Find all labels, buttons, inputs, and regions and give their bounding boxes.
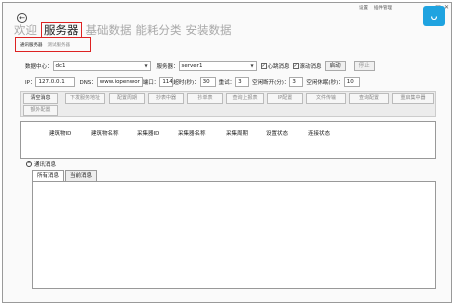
title-bar: 设置 插件管理 — □ ✕ [3, 3, 451, 13]
nav-energy-category[interactable]: 能耗分类 [136, 23, 182, 37]
heartbeat-checkbox[interactable]: ✓ 心跳消息 [260, 62, 290, 70]
start-button[interactable]: 启动 [324, 61, 346, 71]
column-header[interactable]: 连接状态 [308, 129, 330, 137]
dns-input[interactable]: www.iopenwor [96, 77, 143, 87]
server-select[interactable]: server1 ▼ [178, 61, 257, 71]
checkbox-check-icon: ✓ [260, 63, 267, 69]
subtab-comm-server[interactable]: 通讯服务器 [20, 42, 43, 48]
collapse-icon[interactable]: ^ [26, 161, 32, 167]
idle-disconnect-label: 空闲断开(分)： [252, 80, 290, 86]
stop-button[interactable]: 停止 [353, 61, 375, 71]
column-header[interactable]: 设置状态 [266, 129, 288, 137]
idle-disconnect-input[interactable]: 3 [289, 77, 304, 87]
command-panel: 清空消息 下发服务地址 配置周期 抄表中器 抄单表 查询上报表 IP配置 文件传… [20, 91, 436, 117]
nav-install-data[interactable]: 安装数据 [186, 23, 232, 37]
port-input[interactable]: 1146 [159, 77, 174, 87]
column-header[interactable]: 采集器ID [137, 129, 159, 137]
subtab-test-server[interactable]: 测试服务器 [48, 42, 71, 48]
nav-welcome[interactable]: 欢迎 [14, 23, 37, 37]
datacenter-select[interactable]: dc1 ▼ [52, 61, 151, 71]
ip-config-button[interactable]: IP配置 [267, 93, 303, 104]
retry-input[interactable]: 3 [235, 77, 250, 87]
checkbox-check-icon: ✓ [292, 63, 299, 69]
server-subtabs: 通讯服务器 测试服务器 [15, 37, 91, 52]
tab-current-messages[interactable]: 当前消息 [65, 170, 98, 181]
chevron-down-icon: ▼ [250, 63, 254, 68]
top-links: 设置 插件管理 [359, 5, 392, 11]
read-single-meter-button[interactable]: 抄单表 [187, 93, 223, 104]
idle-sleep-input[interactable]: 10 [343, 77, 360, 87]
config-period-button[interactable]: 配置周期 [109, 93, 145, 104]
nav-server[interactable]: 服务器 [41, 22, 82, 38]
timeout-label: 超时(秒)： [173, 80, 200, 86]
heartbeat-label: 心跳消息 [267, 64, 290, 70]
ip-input[interactable]: 127.0.0.1 [35, 77, 76, 87]
nav-base-data[interactable]: 基础数据 [86, 23, 132, 37]
main-nav: 欢迎 服务器 基础数据 能耗分类 安装数据 [14, 22, 236, 38]
scroll-checkbox[interactable]: ✓ 滚动消息 [292, 62, 322, 70]
idle-sleep-label: 空闲休眠(秒)： [306, 80, 344, 86]
form-row-2: IP： 127.0.0.1 DNS： www.iopenwor 端口： 1146… [25, 77, 360, 87]
query-config-button[interactable]: 查询配置 [349, 93, 389, 104]
column-header[interactable]: 建筑物ID [49, 129, 71, 137]
tab-all-messages[interactable]: 所有消息 [32, 170, 65, 181]
column-header[interactable]: 采集周期 [226, 129, 248, 137]
send-service-address-button[interactable]: 下发服务地址 [65, 93, 105, 104]
datacenter-label: 数据中心： [25, 64, 53, 70]
settings-link[interactable]: 设置 [359, 5, 368, 11]
datacenter-value: dc1 [55, 63, 66, 69]
extra-config-button[interactable]: 额外配置 [23, 105, 58, 116]
clear-messages-button[interactable]: 清空消息 [23, 93, 58, 104]
message-tabs: 所有消息 当前消息 [32, 170, 98, 181]
dns-label: DNS： [79, 80, 97, 86]
app-window: 设置 插件管理 — □ ✕ ᴗ ← 欢迎 服务器 基础数据 能耗分类 安装数据 … [2, 2, 452, 303]
server-value: server1 [181, 63, 203, 69]
form-row-1: 数据中心： dc1 ▼ 服务器： server1 ▼ ✓ 心跳消息 ✓ 滚动消息 启… [25, 61, 375, 71]
port-label: 端口： [142, 80, 160, 86]
column-header[interactable]: 建筑物名称 [91, 129, 119, 137]
restart-concentrator-button[interactable]: 重启集中器 [392, 93, 434, 104]
column-header[interactable]: 采集器名称 [178, 129, 206, 137]
ip-label: IP： [25, 80, 36, 86]
collector-table: 建筑物ID 建筑物名称 采集器ID 采集器名称 采集周期 设置状态 连接状态 [20, 121, 436, 159]
scroll-label: 滚动消息 [299, 64, 322, 70]
messages-section-header[interactable]: ^ 通讯消息 [26, 160, 56, 168]
query-report-button[interactable]: 查询上报表 [226, 93, 264, 104]
read-concentrator-button[interactable]: 抄表中器 [148, 93, 184, 104]
plugin-manager-link[interactable]: 插件管理 [374, 5, 392, 11]
server-label: 服务器： [156, 64, 179, 70]
messages-section-label: 通讯消息 [34, 162, 57, 168]
timeout-input[interactable]: 30 [199, 77, 216, 87]
chevron-down-icon: ▼ [144, 63, 148, 68]
file-transfer-button[interactable]: 文件传输 [306, 93, 346, 104]
retry-label: 重试： [218, 80, 236, 86]
app-logo-icon: ᴗ [423, 6, 445, 26]
message-log-area[interactable] [32, 181, 436, 289]
